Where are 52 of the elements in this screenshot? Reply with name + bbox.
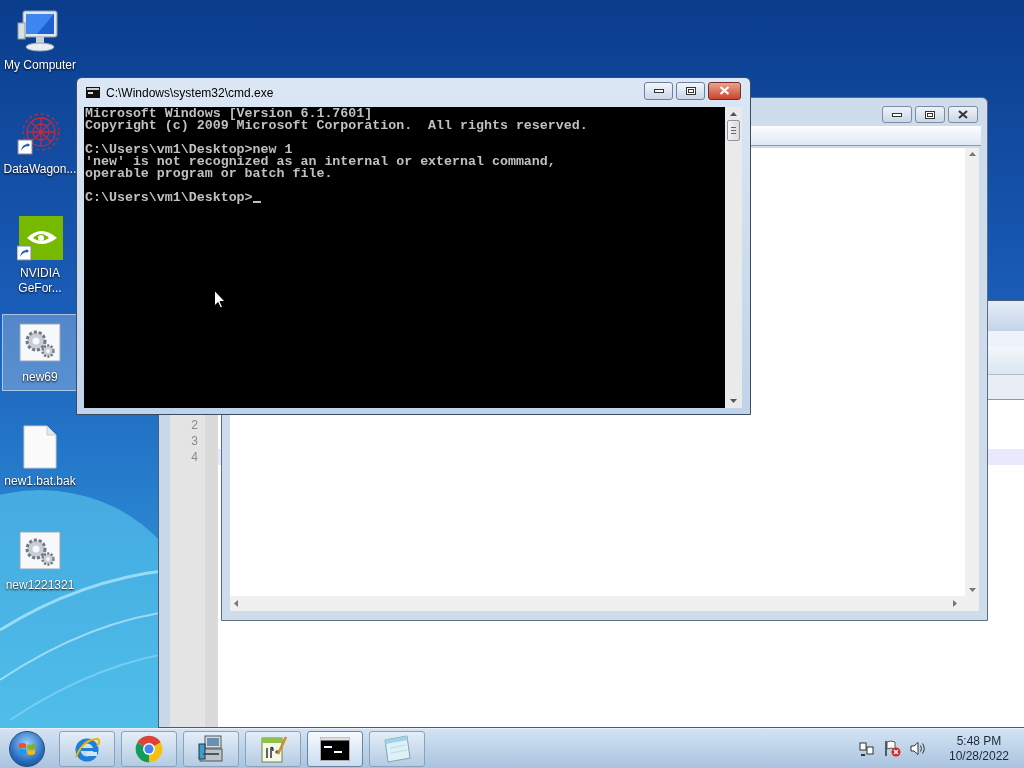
console-icon — [320, 736, 350, 761]
restore-icon — [685, 86, 696, 95]
line-number: 2 — [191, 417, 198, 434]
windows-logo-icon — [18, 740, 36, 757]
blank-file-icon — [23, 425, 57, 469]
console-line: C:\Users\vm1\Desktop>new 1 — [85, 144, 293, 156]
minimize-button[interactable] — [882, 106, 912, 123]
eye-logo-icon — [17, 216, 63, 262]
vertical-scrollbar[interactable] — [725, 107, 742, 408]
taskbar-button[interactable] — [307, 730, 363, 767]
start-button[interactable] — [9, 730, 45, 767]
minimize-icon — [892, 112, 902, 117]
flag-alert-icon — [884, 740, 901, 757]
scroll-down-icon — [968, 588, 976, 592]
close-icon — [719, 86, 730, 95]
line-number: 3 — [191, 433, 198, 450]
desktop-icon[interactable]: new69 — [1, 314, 79, 391]
clock-date: 10/28/2022 — [948, 748, 1010, 764]
restore-icon — [925, 110, 935, 119]
scroll-left-icon — [234, 600, 238, 607]
close-icon — [958, 110, 968, 119]
mouse-pointer-icon — [214, 290, 226, 309]
console-line: 'new' is not recognized as an internal or external command, — [85, 156, 556, 168]
scroll-thumb[interactable] — [727, 120, 740, 141]
maximize-button[interactable] — [676, 81, 705, 100]
computer-box-icon — [196, 733, 226, 764]
console-line: operable program or batch file. — [85, 168, 333, 180]
text-cursor — [252, 201, 261, 203]
clock-time: 5:48 PM — [956, 733, 1002, 749]
maximize-button[interactable] — [915, 106, 945, 123]
horizontal-scrollbar[interactable] — [230, 596, 979, 611]
ring-network-icon — [17, 112, 63, 158]
scroll-up-icon — [730, 112, 737, 116]
gear-file-icon — [18, 323, 62, 363]
scroll-up-icon — [968, 152, 976, 156]
console-line: Microsoft Windows [Version 6.1.7601] — [85, 108, 373, 120]
line-number: 4 — [191, 449, 198, 466]
console-line: C:\Users\vm1\Desktop> — [85, 192, 253, 204]
minimize-icon — [653, 88, 664, 93]
vertical-scrollbar[interactable] — [965, 148, 979, 596]
ring-logo-icon — [134, 733, 164, 764]
close-button[interactable] — [708, 81, 741, 100]
console-icon — [86, 87, 100, 98]
window-title: C:\Windows\system32\cmd.exe — [106, 84, 274, 102]
scroll-right-icon — [953, 600, 957, 607]
close-button[interactable] — [948, 106, 978, 123]
network-icon — [859, 740, 875, 757]
notepad-icon — [381, 733, 413, 764]
console-line: Copyright (c) 2009 Microsoft Corporation. All rights reserved. — [85, 120, 588, 132]
speaker-icon — [910, 741, 927, 756]
gear-file-icon — [18, 531, 62, 571]
minimize-button[interactable] — [644, 81, 673, 100]
